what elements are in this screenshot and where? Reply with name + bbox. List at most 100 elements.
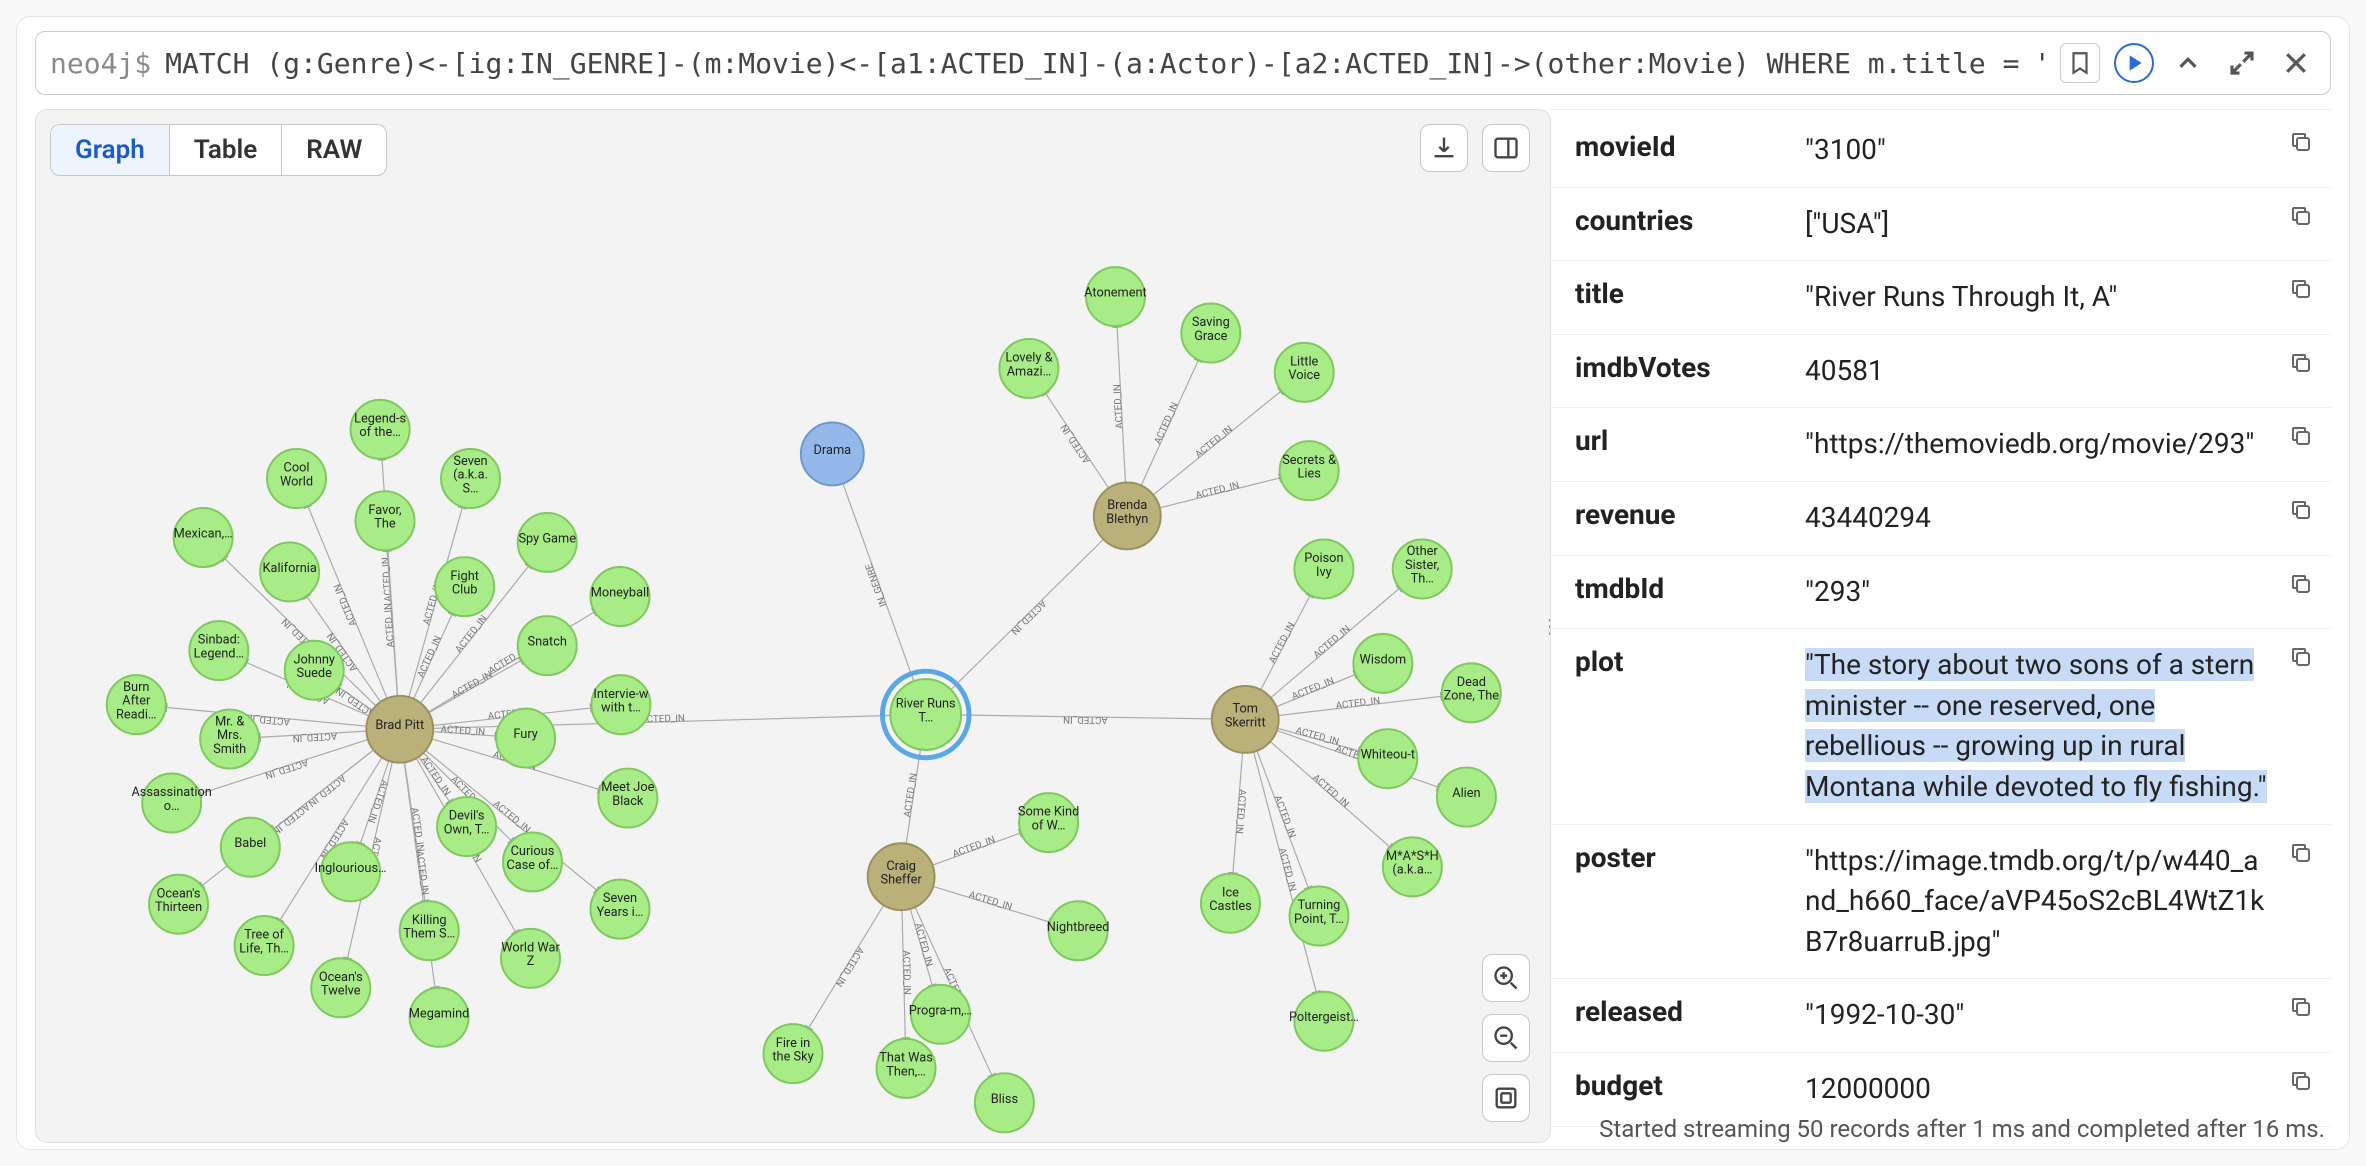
- property-row: released "1992-10-30": [1551, 979, 2331, 1053]
- graph-node[interactable]: Nightbreed: [1047, 901, 1110, 960]
- graph-node[interactable]: Some Kindof W…: [1018, 793, 1079, 852]
- svg-text:ACTED_IN: ACTED_IN: [1193, 424, 1235, 461]
- graph-node[interactable]: Mexican,…: [174, 508, 233, 567]
- graph-node[interactable]: Favor,The: [356, 491, 415, 550]
- property-row: imdbVotes40581: [1551, 335, 2331, 409]
- graph-node[interactable]: Bliss: [975, 1073, 1034, 1132]
- property-value[interactable]: "1992-10-30": [1805, 995, 2269, 1036]
- svg-text:ACTED_IN: ACTED_IN: [453, 613, 489, 655]
- property-key: revenue: [1575, 498, 1785, 531]
- graph-node[interactable]: Assassinationo…: [131, 773, 211, 832]
- graph-node[interactable]: CoolWorld: [267, 449, 326, 508]
- graph-node[interactable]: Meet JoeBlack: [598, 769, 657, 828]
- graph-node[interactable]: Ocean'sTwelve: [311, 958, 370, 1017]
- graph-node[interactable]: IceCastles: [1201, 874, 1260, 933]
- svg-text:ACTED_IN: ACTED_IN: [902, 772, 920, 818]
- property-key: tmdbId: [1575, 572, 1785, 605]
- svg-text:ACTED_IN: ACTED_IN: [1312, 624, 1353, 661]
- copy-icon[interactable]: [2289, 572, 2323, 606]
- property-value[interactable]: "https://themoviedb.org/movie/293": [1805, 424, 2269, 465]
- property-row: movieId"3100": [1551, 114, 2331, 188]
- property-value[interactable]: 43440294: [1805, 498, 2269, 539]
- chevron-up-icon[interactable]: [2168, 43, 2208, 83]
- property-value[interactable]: ["USA"]: [1805, 204, 2269, 245]
- graph-node[interactable]: LittleVoice: [1275, 343, 1334, 402]
- property-row: url"https://themoviedb.org/movie/293": [1551, 408, 2331, 482]
- copy-icon[interactable]: [2289, 645, 2323, 679]
- graph-node[interactable]: That WasThen,…: [877, 1039, 936, 1098]
- svg-text:ACTED_IN: ACTED_IN: [365, 778, 390, 824]
- query-text[interactable]: MATCH (g:Genre)<-[ig:IN_GENRE]-(m:Movie)…: [165, 47, 2046, 80]
- property-value[interactable]: "https://image.tmdb.org/t/p/w440_and_h66…: [1805, 841, 2269, 963]
- bookmark-icon[interactable]: [2060, 43, 2100, 83]
- copy-icon[interactable]: [2289, 995, 2323, 1029]
- graph-node[interactable]: River RunsT…: [882, 671, 969, 758]
- graph-node[interactable]: PoisonIvy: [1294, 539, 1353, 598]
- graph-node[interactable]: Moneyball: [590, 567, 649, 626]
- graph-node[interactable]: Seven(a.k.a.S…: [441, 449, 500, 508]
- property-value[interactable]: 12000000: [1805, 1069, 2269, 1110]
- svg-text:ACTED_IN: ACTED_IN: [1276, 847, 1298, 893]
- graph-node[interactable]: Babel: [221, 818, 280, 877]
- property-value[interactable]: "293": [1805, 572, 2269, 613]
- graph-node[interactable]: Brad Pitt: [366, 696, 433, 763]
- copy-icon[interactable]: [2289, 424, 2323, 458]
- graph-node[interactable]: Poltergeist…: [1289, 992, 1359, 1051]
- graph-node[interactable]: Ocean'sThirteen: [149, 875, 208, 934]
- graph-node[interactable]: Sinbad:Legend…: [189, 621, 248, 680]
- graph-node[interactable]: Legend-sof the…: [351, 400, 410, 459]
- graph-node[interactable]: JohnnySuede: [285, 641, 344, 700]
- copy-icon[interactable]: [2289, 841, 2323, 875]
- copy-icon[interactable]: [2289, 204, 2323, 238]
- graph-node[interactable]: OtherSister,Th…: [1393, 539, 1452, 598]
- graph-node[interactable]: Tree ofLife, Th…: [235, 916, 294, 975]
- graph-node[interactable]: Fire inthe Sky: [764, 1024, 823, 1083]
- graph-node[interactable]: M*A*S*H(a.k.a…: [1383, 837, 1442, 896]
- graph-node[interactable]: Devil'sOwn, T…: [437, 797, 496, 856]
- resize-handle[interactable]: ⋮⋮: [1540, 614, 1551, 638]
- property-row: countries["USA"]: [1551, 188, 2331, 262]
- graph-visualization[interactable]: Graph Table RAW IN_GENREACTED_INACTED_IN…: [35, 109, 1551, 1143]
- copy-icon[interactable]: [2289, 130, 2323, 164]
- graph-node[interactable]: Intervie-wwith t…: [591, 675, 650, 734]
- copy-icon[interactable]: [2289, 498, 2323, 532]
- run-button[interactable]: [2114, 43, 2154, 83]
- graph-node[interactable]: TomSkerritt: [1212, 686, 1279, 753]
- graph-node[interactable]: CuriousCase of…: [503, 832, 562, 891]
- graph-node[interactable]: Fury: [496, 709, 555, 768]
- property-value[interactable]: "3100": [1805, 130, 2269, 171]
- graph-node[interactable]: CraigSheffer: [868, 843, 935, 910]
- graph-node[interactable]: Whiteou-t: [1358, 729, 1417, 788]
- graph-node[interactable]: SavingGrace: [1181, 304, 1240, 363]
- graph-node[interactable]: Wisdom: [1353, 634, 1412, 693]
- graph-node[interactable]: SevenYears i…: [590, 880, 649, 939]
- graph-node[interactable]: Drama: [801, 422, 864, 485]
- graph-node[interactable]: Atonement: [1084, 267, 1147, 326]
- property-value[interactable]: "River Runs Through It, A": [1805, 277, 2269, 318]
- graph-node[interactable]: Lovely &Amazi…: [999, 339, 1058, 398]
- graph-node[interactable]: Snatch: [518, 616, 577, 675]
- copy-icon[interactable]: [2289, 351, 2323, 385]
- graph-node[interactable]: FightClub: [435, 557, 494, 616]
- graph-node[interactable]: Megamind: [409, 988, 470, 1047]
- graph-node[interactable]: KillingThem S…: [400, 901, 459, 960]
- expand-icon[interactable]: [2222, 43, 2262, 83]
- graph-node[interactable]: Kalifornia: [260, 542, 319, 601]
- graph-node[interactable]: DeadZone, The: [1442, 663, 1501, 722]
- copy-icon[interactable]: [2289, 277, 2323, 311]
- property-key: released: [1575, 995, 1785, 1028]
- close-icon[interactable]: [2276, 43, 2316, 83]
- graph-node[interactable]: Spy Game: [518, 513, 577, 572]
- graph-node[interactable]: TurningPoint, T…: [1289, 887, 1348, 946]
- graph-node[interactable]: Secrets &Lies: [1280, 441, 1339, 500]
- graph-node[interactable]: Mr. &Mrs.Smith: [200, 710, 259, 769]
- graph-node[interactable]: Progra-m,…: [909, 985, 973, 1044]
- graph-node[interactable]: Alien: [1437, 768, 1496, 827]
- property-value[interactable]: 40581: [1805, 351, 2269, 392]
- graph-node[interactable]: BurnAfterReadi…: [107, 675, 166, 734]
- copy-icon[interactable]: [2289, 1069, 2323, 1103]
- svg-text:ACTED_IN: ACTED_IN: [1233, 789, 1248, 834]
- graph-node[interactable]: World WarZ: [501, 929, 560, 988]
- property-value[interactable]: "The story about two sons of a stern min…: [1805, 645, 2269, 807]
- graph-node[interactable]: BrendaBlethyn: [1094, 482, 1161, 549]
